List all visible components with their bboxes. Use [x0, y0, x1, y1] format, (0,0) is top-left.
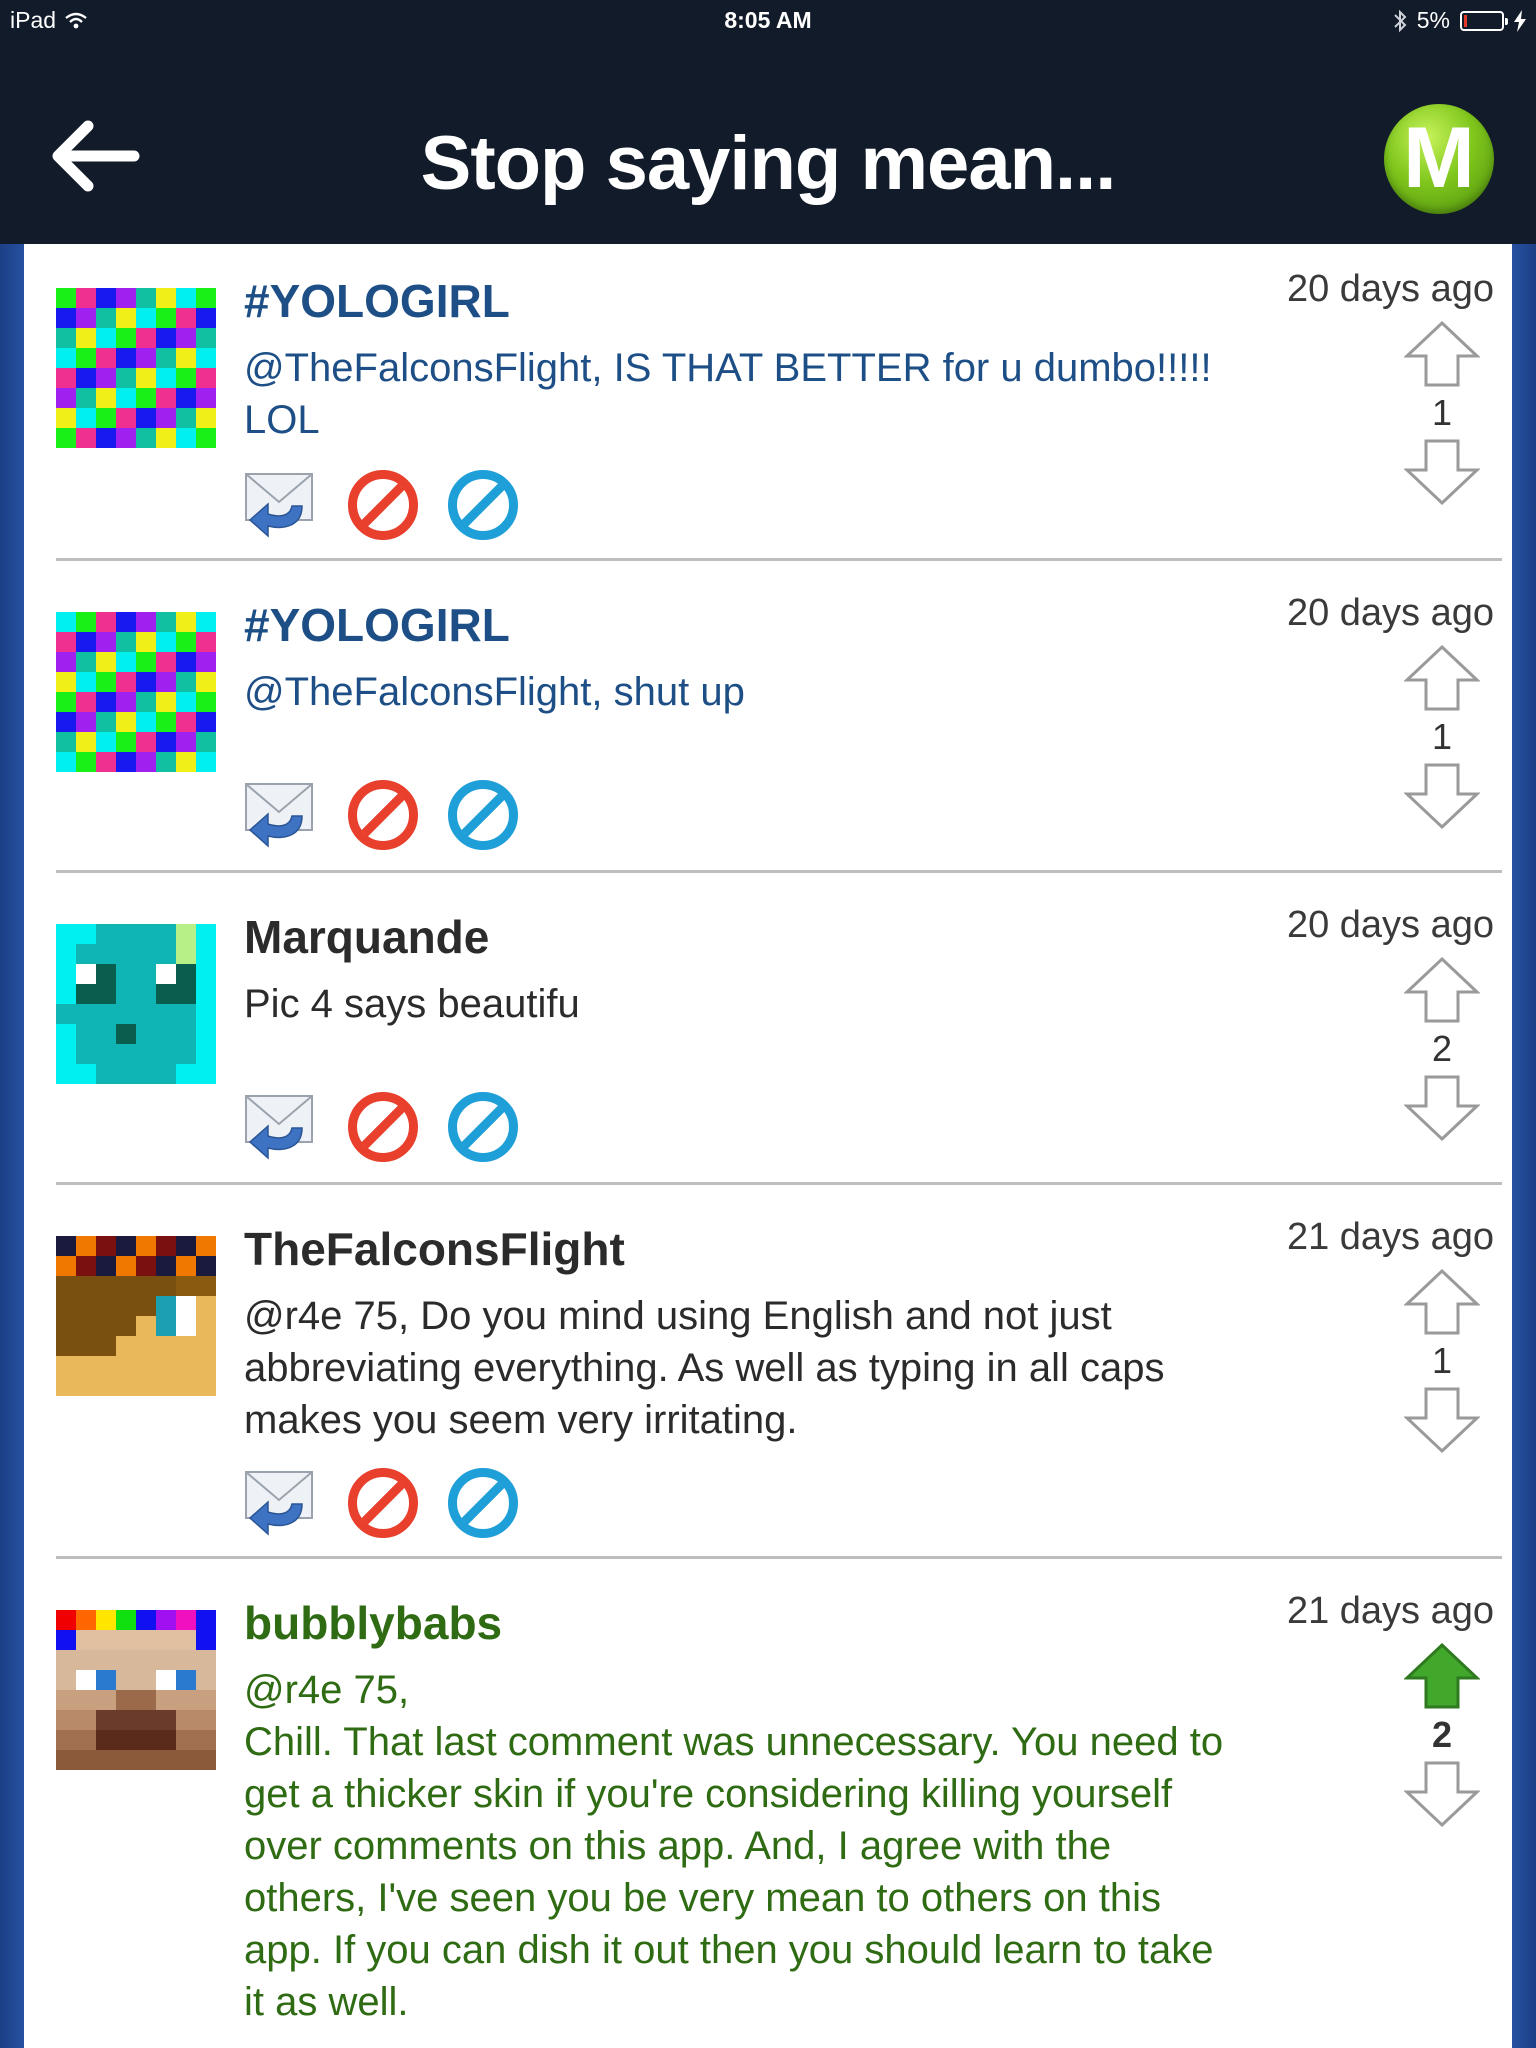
upvote-icon[interactable] [1404, 644, 1480, 712]
upvote-icon[interactable] [1404, 320, 1480, 388]
vote-count: 2 [1431, 1028, 1453, 1069]
comment-username[interactable]: #YOLOGIRL [244, 598, 510, 652]
status-bar: iPad 8:05 AM 5% [0, 0, 1536, 42]
reply-icon[interactable] [244, 1468, 318, 1538]
vote-count: 1 [1431, 716, 1453, 757]
comment-list: #YOLOGIRL 20 days ago @TheFalconsFlight,… [24, 244, 1512, 2048]
reply-icon[interactable] [244, 470, 318, 540]
block-icon[interactable] [348, 470, 418, 540]
page-title: Stop saying mean... [420, 121, 1117, 206]
block-icon[interactable] [348, 780, 418, 850]
divider [56, 870, 1502, 873]
downvote-icon[interactable] [1404, 762, 1480, 830]
reply-icon[interactable] [244, 1092, 318, 1162]
status-time: 8:05 AM [724, 7, 812, 33]
comment-text: @TheFalconsFlight, shut up [244, 670, 745, 714]
battery-icon [1460, 10, 1508, 31]
upvote-icon[interactable] [1404, 1268, 1480, 1336]
comment-time: 21 days ago [1286, 1216, 1494, 1258]
comment-time: 20 days ago [1286, 904, 1494, 946]
downvote-icon[interactable] [1404, 1760, 1480, 1828]
comment-username[interactable]: bubblybabs [244, 1596, 502, 1650]
comment-time: 20 days ago [1286, 268, 1494, 310]
downvote-icon[interactable] [1404, 1074, 1480, 1142]
bluetooth-icon [1394, 9, 1407, 32]
downvote-icon[interactable] [1404, 438, 1480, 506]
battery-percent: 5% [1416, 7, 1450, 33]
vote-count: 1 [1431, 392, 1453, 433]
comment-item: TheFalconsFlight 21 days ago @r4e 75, Do… [56, 1192, 1502, 1562]
vote-count: 1 [1431, 1340, 1453, 1381]
upvote-active-icon[interactable] [1404, 1642, 1480, 1710]
comment-time: 20 days ago [1286, 592, 1494, 634]
upvote-icon[interactable] [1404, 956, 1480, 1024]
app-logo-button[interactable]: M [1384, 104, 1494, 214]
comment-time: 21 days ago [1286, 1590, 1494, 1632]
user-avatar[interactable] [56, 1610, 216, 1770]
comment-item: bubblybabs 21 days ago @r4e 75, Chill. T… [56, 1566, 1502, 2048]
comment-username[interactable]: #YOLOGIRL [244, 274, 510, 328]
user-avatar[interactable] [56, 612, 216, 772]
block-icon[interactable] [348, 1468, 418, 1538]
downvote-icon[interactable] [1404, 1386, 1480, 1454]
reply-icon[interactable] [244, 780, 318, 850]
comment-item: Marquande 20 days ago Pic 4 says beautif… [56, 880, 1502, 1180]
ignore-icon[interactable] [448, 470, 518, 540]
vote-count: 2 [1431, 1714, 1453, 1755]
user-avatar[interactable] [56, 924, 216, 1084]
comment-username[interactable]: Marquande [244, 910, 489, 964]
comment-text: @r4e 75, Chill. That last comment was un… [244, 1668, 1224, 2024]
comment-item: #YOLOGIRL 20 days ago @TheFalconsFlight,… [56, 568, 1502, 868]
divider [56, 558, 1502, 561]
ignore-icon[interactable] [448, 1468, 518, 1538]
comment-item: #YOLOGIRL 20 days ago @TheFalconsFlight,… [56, 244, 1502, 559]
comment-text: Pic 4 says beautifu [244, 982, 580, 1026]
divider [56, 1182, 1502, 1185]
ignore-icon[interactable] [448, 1092, 518, 1162]
user-avatar[interactable] [56, 288, 216, 448]
comment-text: @TheFalconsFlight, IS THAT BETTER for u … [244, 346, 1212, 442]
block-icon[interactable] [348, 1092, 418, 1162]
nav-bar: Stop saying mean... M [0, 42, 1536, 244]
comment-text: @r4e 75, Do you mind using English and n… [244, 1294, 1165, 1442]
user-avatar[interactable] [56, 1236, 216, 1396]
charging-icon [1514, 9, 1526, 32]
divider [56, 1556, 1502, 1559]
ignore-icon[interactable] [448, 780, 518, 850]
comment-username[interactable]: TheFalconsFlight [244, 1222, 625, 1276]
